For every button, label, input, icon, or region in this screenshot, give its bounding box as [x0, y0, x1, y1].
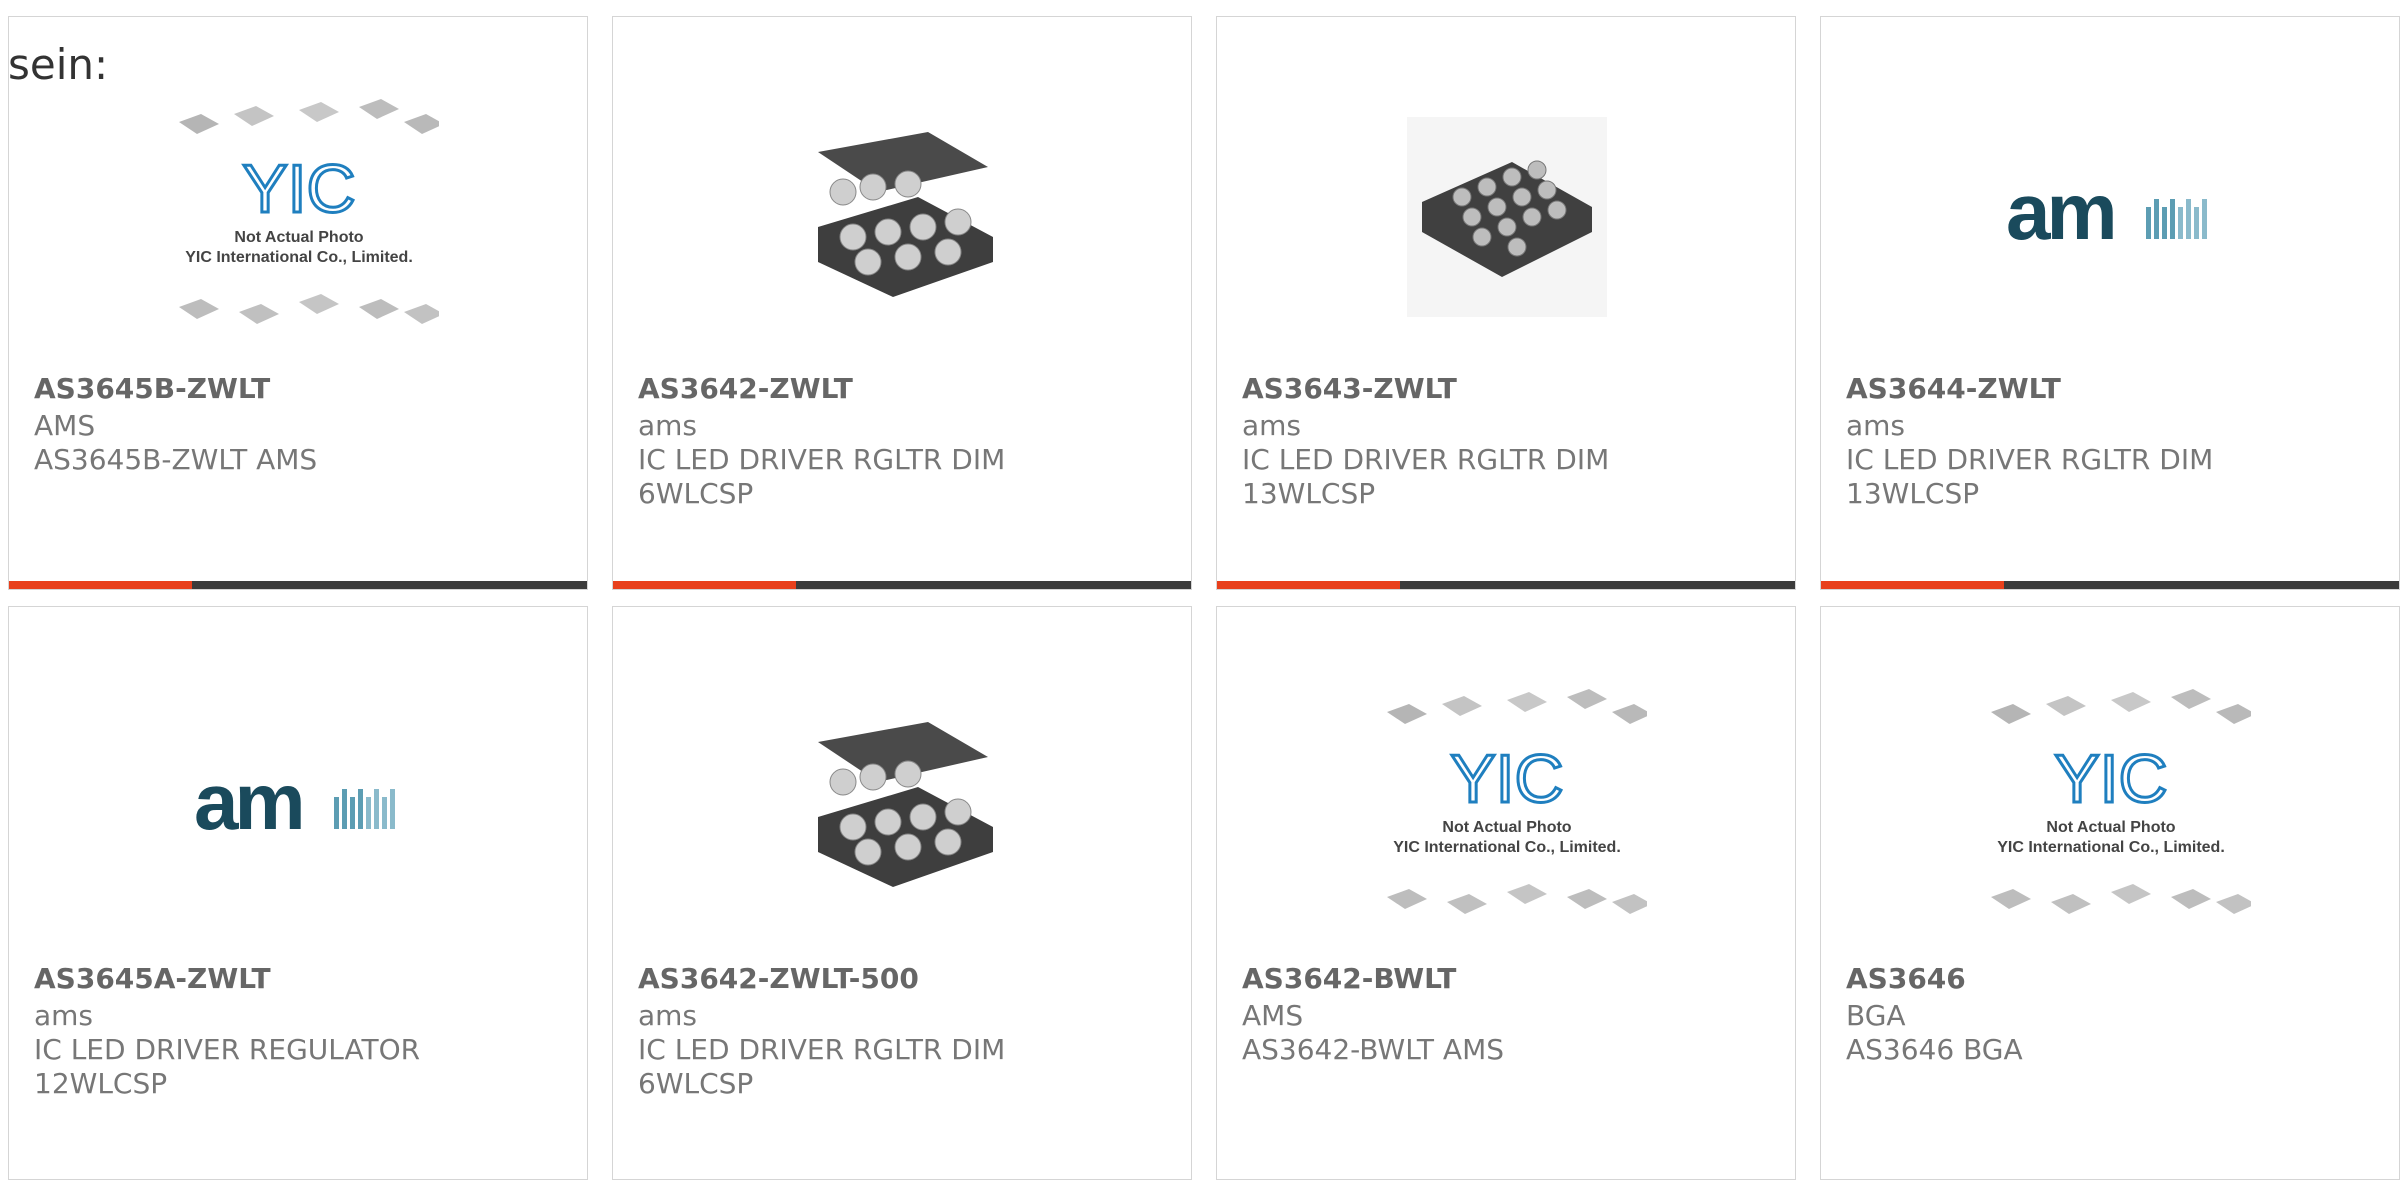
product-description: IC LED DRIVER REGULATOR 12WLCSP — [34, 1033, 554, 1101]
product-name[interactable]: AS3646 — [1846, 962, 1966, 995]
product-image[interactable]: YIC Not Actual Photo YIC International Co.… — [1217, 667, 1795, 947]
product-name[interactable]: AS3644-ZWLT — [1846, 372, 2061, 405]
section-heading: sein: — [8, 40, 109, 89]
product-card[interactable]: YIC Not Actual Photo YIC International Co.… — [1820, 606, 2400, 1180]
product-name[interactable]: AS3642-BWLT — [1242, 962, 1456, 995]
placeholder-company: YIC International Co., Limited. — [1997, 839, 2225, 856]
product-manufacturer: ams — [1242, 409, 1302, 442]
product-image[interactable] — [613, 667, 1191, 947]
product-manufacturer: ams — [34, 999, 94, 1032]
product-manufacturer: AMS — [1242, 999, 1304, 1032]
product-description: IC LED DRIVER RGLTR DIM 13WLCSP — [1846, 443, 2366, 511]
product-image[interactable]: am — [1821, 77, 2399, 357]
description-line: IC LED DRIVER RGLTR DIM — [638, 1033, 1006, 1066]
placeholder-company: YIC International Co., Limited. — [1393, 839, 1621, 856]
product-image[interactable] — [613, 77, 1191, 357]
product-image[interactable]: am — [9, 667, 587, 947]
product-card[interactable]: am AS3644-ZWLT ams IC LED DRIVER RGLTR D… — [1820, 16, 2400, 590]
product-description: AS3645B-ZWLT AMS — [34, 443, 554, 477]
description-line: AS3645B-ZWLT AMS — [34, 443, 318, 476]
product-manufacturer: AMS — [34, 409, 96, 442]
card-bottom-bar — [9, 581, 587, 589]
placeholder-caption: Not Actual Photo — [2046, 819, 2175, 836]
card-bar-accent — [1821, 581, 2004, 589]
product-name[interactable]: AS3645B-ZWLT — [34, 372, 270, 405]
svg-text:YIC: YIC — [242, 151, 355, 227]
product-image[interactable]: YIC Not Actual Photo YIC International Co.… — [9, 77, 587, 357]
svg-text:am: am — [194, 767, 302, 846]
product-description: AS3646 BGA — [1846, 1033, 2366, 1067]
placeholder-caption: Not Actual Photo — [1442, 819, 1571, 836]
card-bottom-bar — [613, 581, 1191, 589]
product-description: IC LED DRIVER RGLTR DIM 13WLCSP — [1242, 443, 1762, 511]
svg-text:YIC: YIC — [2054, 741, 2167, 817]
product-manufacturer: ams — [638, 999, 698, 1032]
product-image[interactable]: YIC Not Actual Photo YIC International Co.… — [1821, 667, 2399, 947]
description-line: IC LED DRIVER REGULATOR — [34, 1033, 421, 1066]
svg-text:am: am — [2006, 177, 2114, 256]
card-bottom-bar — [1217, 581, 1795, 589]
product-card[interactable]: am AS3645A-ZWLT ams IC LED DRIVER REGULA… — [8, 606, 588, 1180]
description-line: AS3646 BGA — [1846, 1033, 2023, 1066]
product-card[interactable]: YIC Not Actual Photo YIC International Co.… — [1216, 606, 1796, 1180]
placeholder-caption: Not Actual Photo — [234, 229, 363, 246]
description-line: 6WLCSP — [638, 1067, 754, 1100]
product-name[interactable]: AS3645A-ZWLT — [34, 962, 271, 995]
placeholder-company: YIC International Co., Limited. — [185, 249, 413, 266]
description-line: IC LED DRIVER RGLTR DIM — [1242, 443, 1610, 476]
description-line: 13WLCSP — [1242, 477, 1376, 510]
description-line: AS3642-BWLT AMS — [1242, 1033, 1505, 1066]
description-line: IC LED DRIVER RGLTR DIM — [1846, 443, 2214, 476]
product-card[interactable]: YIC Not Actual Photo YIC International Co.… — [8, 16, 588, 590]
product-image[interactable] — [1217, 77, 1795, 357]
product-name[interactable]: AS3642-ZWLT — [638, 372, 853, 405]
product-card[interactable]: AS3642-ZWLT ams IC LED DRIVER RGLTR DIM 6… — [612, 16, 1192, 590]
description-line: 12WLCSP — [34, 1067, 168, 1100]
card-bottom-bar — [1821, 581, 2399, 589]
description-line: IC LED DRIVER RGLTR DIM — [638, 443, 1006, 476]
product-manufacturer: BGA — [1846, 999, 1906, 1032]
product-manufacturer: ams — [638, 409, 698, 442]
product-name[interactable]: AS3642-ZWLT-500 — [638, 962, 919, 995]
product-grid: YIC Not Actual Photo YIC International Co.… — [0, 0, 2400, 1180]
product-manufacturer: ams — [1846, 409, 1906, 442]
description-line: 6WLCSP — [638, 477, 754, 510]
description-line: 13WLCSP — [1846, 477, 1980, 510]
svg-text:YIC: YIC — [1450, 741, 1563, 817]
product-description: AS3642-BWLT AMS — [1242, 1033, 1762, 1067]
product-card[interactable]: AS3643-ZWLT ams IC LED DRIVER RGLTR DIM 1… — [1216, 16, 1796, 590]
card-bar-accent — [9, 581, 192, 589]
product-card[interactable]: AS3642-ZWLT-500 ams IC LED DRIVER RGLTR … — [612, 606, 1192, 1180]
product-description: IC LED DRIVER RGLTR DIM 6WLCSP — [638, 1033, 1158, 1101]
product-name[interactable]: AS3643-ZWLT — [1242, 372, 1457, 405]
card-bar-accent — [613, 581, 796, 589]
product-description: IC LED DRIVER RGLTR DIM 6WLCSP — [638, 443, 1158, 511]
card-bar-accent — [1217, 581, 1400, 589]
